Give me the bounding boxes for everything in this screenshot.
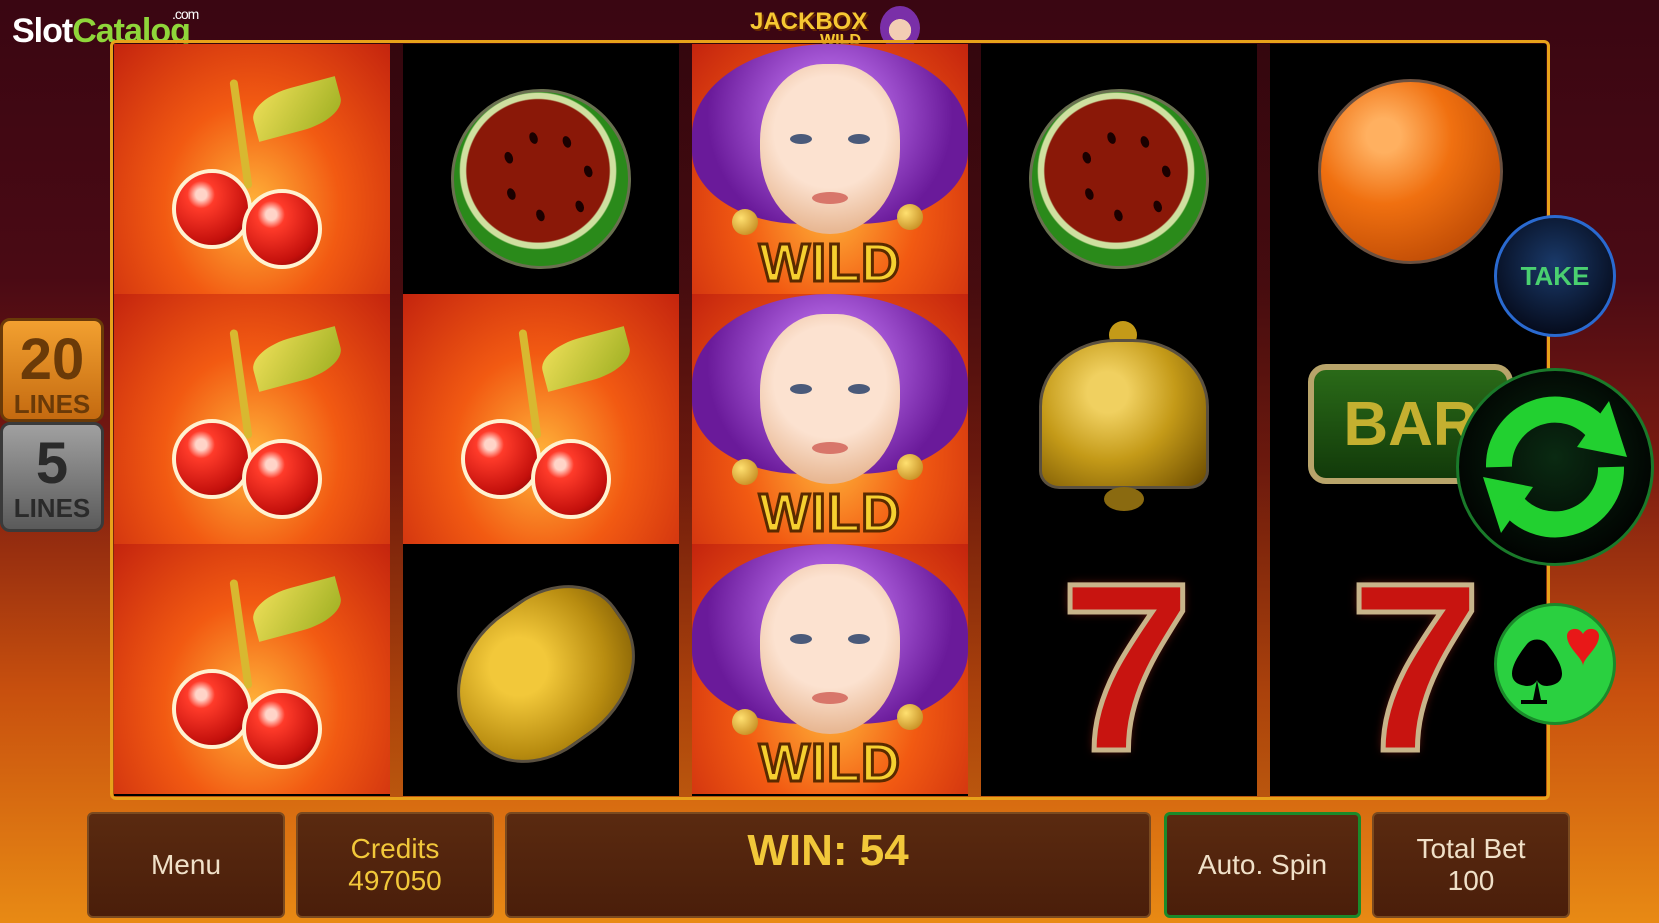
auto-spin-button[interactable]: Auto. Spin (1164, 812, 1361, 918)
reel-2 (403, 44, 679, 796)
auto-spin-label: Auto. Spin (1197, 849, 1328, 880)
symbol-bell (981, 294, 1257, 544)
symbol-cherry (114, 544, 390, 794)
menu-button[interactable]: Menu (87, 812, 285, 918)
symbol-wild: WILD (692, 44, 968, 294)
lines-5-label: LINES (13, 493, 91, 523)
watermark-slot: Slot (12, 12, 73, 50)
take-button[interactable]: TAKE (1494, 215, 1616, 337)
symbol-cherry (114, 44, 390, 294)
reel-4: 7 (981, 44, 1257, 796)
total-bet-value: 100 (1447, 865, 1495, 896)
lines-20-number: 20 (19, 327, 85, 392)
wild-label: WILD (758, 482, 902, 545)
card-suits-icon (1512, 628, 1599, 704)
spin-button[interactable] (1456, 368, 1654, 566)
lines-20-label: LINES (13, 389, 91, 419)
credits-label: Credits (350, 833, 440, 864)
menu-label: Menu (150, 849, 222, 880)
total-bet-label: Total Bet (1416, 833, 1526, 864)
symbol-wild: WILD (692, 544, 968, 794)
seven-glyph: 7 (1346, 532, 1485, 801)
spin-arrows-icon (1483, 396, 1627, 538)
symbol-cherry (114, 294, 390, 544)
gamble-button[interactable] (1494, 603, 1616, 725)
symbol-cherry (403, 294, 679, 544)
symbol-watermelon (981, 44, 1257, 295)
symbol-seven: 7 (981, 544, 1257, 794)
credits-value: 497050 (348, 865, 442, 896)
reel-3: WILD WILD WILD (692, 44, 968, 796)
symbol-wild: WILD (692, 294, 968, 544)
symbol-lemon (403, 544, 679, 794)
lines-5-number: 5 (35, 431, 69, 496)
credits-panel: Credits 497050 (296, 812, 494, 918)
total-bet-button[interactable]: Total Bet 100 (1372, 812, 1570, 918)
reel-1 (114, 44, 390, 796)
watermark-com: .com (172, 6, 199, 22)
lines-20-badge[interactable]: 20 LINES (0, 318, 104, 422)
seven-glyph: 7 (1057, 532, 1196, 801)
lines-5-badge[interactable]: 5 LINES (0, 422, 104, 532)
win-panel: WIN: 54 (505, 812, 1151, 918)
win-text: WIN: 54 (747, 826, 909, 875)
wild-label: WILD (758, 232, 902, 295)
wild-label: WILD (758, 732, 902, 795)
symbol-watermelon (403, 44, 679, 295)
